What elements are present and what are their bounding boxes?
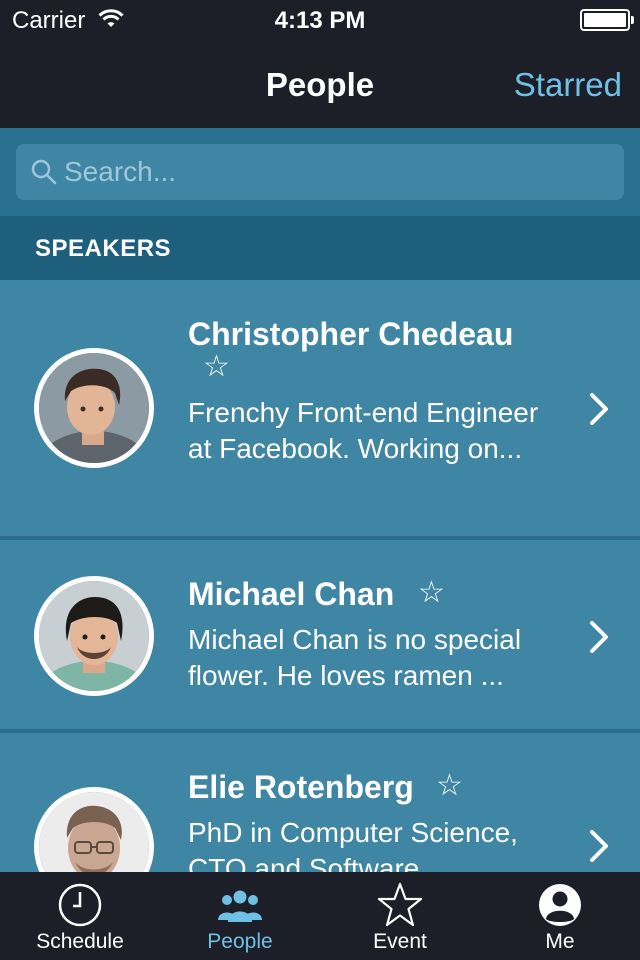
tab-label: Schedule — [36, 930, 124, 953]
search-icon — [30, 158, 58, 186]
tab-schedule[interactable]: Schedule — [0, 872, 160, 960]
chevron-right-icon — [588, 620, 610, 654]
tab-label: People — [207, 930, 273, 953]
speaker-row[interactable]: Christopher Chedeau ☆ Frenchy Front-end … — [0, 280, 640, 540]
starred-button[interactable]: Starred — [514, 66, 622, 104]
speaker-name: Elie Rotenberg — [188, 769, 414, 805]
speaker-bio: Michael Chan is no special flower. He lo… — [188, 624, 522, 691]
chevron-right-icon — [588, 829, 610, 863]
tab-people[interactable]: People — [160, 872, 320, 960]
battery-icon — [580, 9, 634, 31]
search-input[interactable] — [64, 152, 604, 192]
speaker-bio: PhD in Computer Science, CTO and Softwar… — [188, 817, 518, 872]
star-outline-icon[interactable]: ☆ — [418, 578, 445, 608]
speaker-list[interactable]: Christopher Chedeau ☆ Frenchy Front-end … — [0, 280, 640, 872]
star-icon — [377, 882, 423, 927]
search-bar — [0, 128, 640, 216]
chevron-right-icon — [588, 392, 610, 426]
tab-label: Event — [373, 930, 427, 953]
tab-me[interactable]: Me — [480, 872, 640, 960]
navigation-bar: People Starred — [0, 40, 640, 128]
section-header-speakers: SPEAKERS — [0, 216, 640, 280]
tab-bar: Schedule People Event Me — [0, 872, 640, 960]
star-outline-icon[interactable]: ☆ — [203, 352, 230, 382]
status-bar: Carrier 4:13 PM — [0, 0, 640, 40]
search-field[interactable] — [16, 144, 624, 200]
speaker-row[interactable]: Elie Rotenberg ☆ PhD in Computer Science… — [0, 733, 640, 872]
avatar — [34, 787, 154, 872]
people-icon — [218, 890, 262, 922]
avatar — [34, 348, 154, 468]
star-outline-icon[interactable]: ☆ — [436, 771, 463, 801]
clock-time: 4:13 PM — [274, 7, 366, 34]
speaker-row[interactable]: Michael Chan ☆ Michael Chan is no specia… — [0, 540, 640, 733]
person-icon — [539, 884, 581, 926]
speaker-bio: Frenchy Front-end Engineer at Facebook. … — [188, 397, 539, 464]
tab-event[interactable]: Event — [320, 872, 480, 960]
tab-label: Me — [545, 930, 575, 953]
speaker-name: Christopher Chedeau — [188, 316, 514, 352]
speaker-name: Michael Chan — [188, 576, 395, 612]
clock-icon — [58, 883, 102, 927]
avatar — [34, 576, 154, 696]
